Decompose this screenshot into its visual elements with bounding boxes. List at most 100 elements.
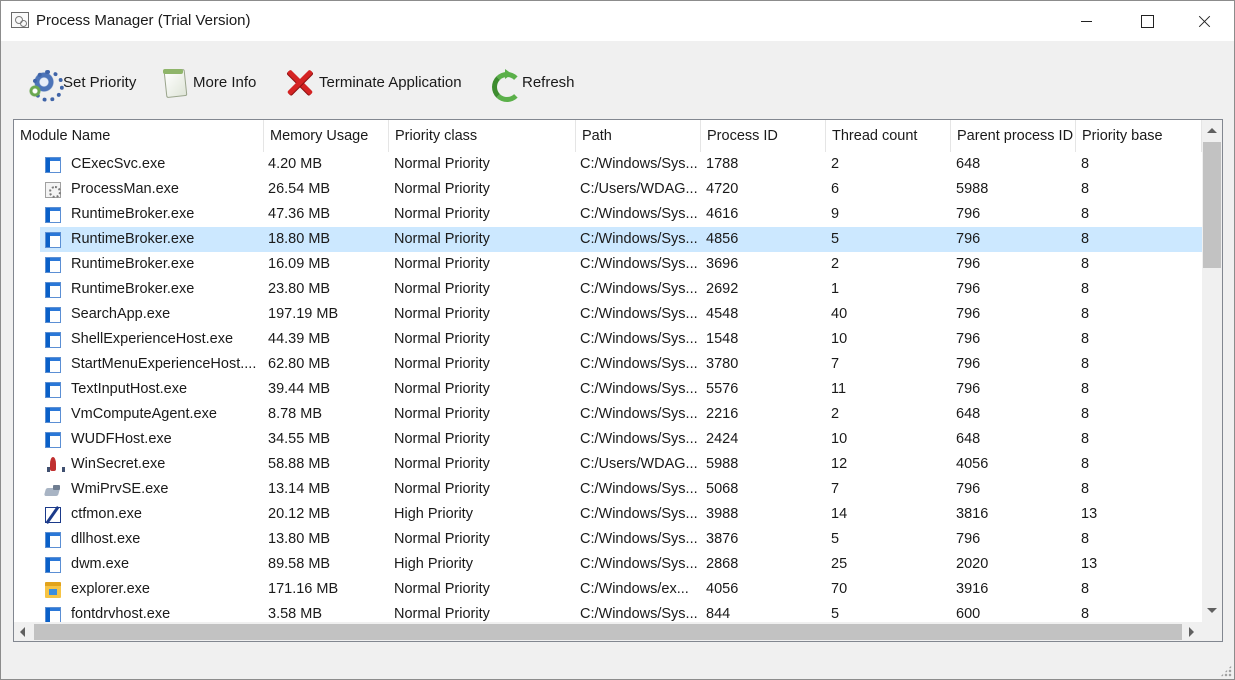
table-row[interactable]: CExecSvc.exe 4.20 MB Normal Priority C:/Win…: [14, 152, 1202, 177]
horizontal-scroll-thumb[interactable]: [34, 624, 1182, 640]
table-row[interactable]: WmiPrvSE.exe 13.14 MB Normal Priority C:/Wi…: [14, 477, 1202, 502]
table-row[interactable]: VmComputeAgent.exe 8.78 MB Normal Priority…: [14, 402, 1202, 427]
column-header-priority-class[interactable]: Priority class: [389, 120, 576, 152]
resize-grip-icon[interactable]: [1220, 665, 1232, 677]
table-row[interactable]: RuntimeBroker.exe 47.36 MB Normal Priority…: [14, 202, 1202, 227]
cell-prio: Normal Priority: [394, 581, 490, 597]
minimize-button[interactable]: [1064, 1, 1110, 41]
vertical-scroll-thumb[interactable]: [1203, 142, 1221, 268]
column-header-priority-base[interactable]: Priority base: [1076, 120, 1202, 152]
cell-ppid: 5988: [956, 181, 989, 197]
refresh-button[interactable]: Refresh: [488, 65, 575, 102]
cell-ppid: 796: [956, 206, 981, 222]
column-header-process-id[interactable]: Process ID: [701, 120, 826, 152]
process-list[interactable]: Module Name Memory Usage Priority class …: [13, 119, 1223, 642]
cell-ppid: 796: [956, 356, 981, 372]
table-row[interactable]: ShellExperienceHost.exe 44.39 MB Normal Pr…: [14, 327, 1202, 352]
cell-pid: 5576: [706, 381, 739, 397]
scroll-up-arrow-icon[interactable]: [1207, 128, 1217, 133]
cell-threads: 5: [831, 531, 840, 547]
maximize-button[interactable]: [1123, 1, 1169, 41]
cell-pid: 5068: [706, 481, 739, 497]
cell-base: 8: [1081, 181, 1090, 197]
red-x-icon: [285, 67, 315, 97]
cell-ppid: 796: [956, 481, 981, 497]
cell-name: dllhost.exe: [71, 531, 141, 547]
cell-pid: 4720: [706, 181, 739, 197]
cell-prio: Normal Priority: [394, 181, 490, 197]
cell-mem: 20.12 MB: [268, 506, 331, 522]
more-info-button[interactable]: More Info: [159, 65, 256, 99]
cell-pid: 2868: [706, 556, 739, 572]
gears-app-icon: [45, 182, 61, 198]
cell-mem: 23.80 MB: [268, 281, 331, 297]
cell-ppid: 600: [956, 606, 981, 622]
windows-app-icon: [45, 407, 61, 423]
cell-ppid: 648: [956, 156, 981, 172]
cell-pid: 1788: [706, 156, 739, 172]
cell-base: 8: [1081, 381, 1090, 397]
cell-threads: 14: [831, 506, 848, 522]
vertical-scrollbar[interactable]: [1202, 120, 1222, 622]
column-header-memory-usage[interactable]: Memory Usage: [264, 120, 389, 152]
cell-base: 8: [1081, 206, 1090, 222]
cell-prio: Normal Priority: [394, 206, 490, 222]
cell-threads: 1: [831, 281, 840, 297]
table-row[interactable]: WinSecret.exe 58.88 MB Normal Priority C:/U…: [14, 452, 1202, 477]
close-button[interactable]: [1181, 1, 1227, 41]
horizontal-scrollbar[interactable]: [14, 622, 1202, 641]
table-row[interactable]: SearchApp.exe 197.19 MB Normal Priority C:/…: [14, 302, 1202, 327]
column-header-module-name[interactable]: Module Name: [14, 120, 264, 152]
windows-app-icon: [45, 157, 61, 173]
table-row[interactable]: explorer.exe 171.16 MB Normal Priority C:/W…: [14, 577, 1202, 602]
cell-prio: Normal Priority: [394, 431, 490, 447]
terminate-application-button[interactable]: Terminate Application: [285, 65, 462, 99]
table-row[interactable]: TextInputHost.exe 39.44 MB Normal Priority…: [14, 377, 1202, 402]
terminate-application-label: Terminate Application: [319, 73, 462, 91]
cell-ppid: 796: [956, 306, 981, 322]
cell-base: 8: [1081, 431, 1090, 447]
table-row[interactable]: dwm.exe 89.58 MB High Priority C:/Windows/S…: [14, 552, 1202, 577]
table-row[interactable]: ProcessMan.exe 26.54 MB Normal Priority C:/…: [14, 177, 1202, 202]
cell-path: C:/Users/WDAG...: [580, 181, 698, 197]
cell-threads: 11: [831, 381, 847, 397]
scroll-left-arrow-icon[interactable]: [20, 627, 25, 637]
table-row[interactable]: ctfmon.exe 20.12 MB High Priority C:/Window…: [14, 502, 1202, 527]
scroll-down-arrow-icon[interactable]: [1207, 608, 1217, 613]
windows-app-icon: [45, 607, 61, 622]
process-rows: CExecSvc.exe 4.20 MB Normal Priority C:/Win…: [14, 152, 1202, 622]
table-row[interactable]: StartMenuExperienceHost.... 62.80 MB Norma…: [14, 352, 1202, 377]
cell-ppid: 796: [956, 256, 981, 272]
cell-threads: 5: [831, 606, 840, 622]
column-header-path[interactable]: Path: [576, 120, 701, 152]
scroll-right-arrow-icon[interactable]: [1189, 627, 1194, 637]
table-row[interactable]: dllhost.exe 13.80 MB Normal Priority C:/Win…: [14, 527, 1202, 552]
cell-base: 8: [1081, 456, 1090, 472]
set-priority-button[interactable]: Set Priority: [29, 65, 136, 102]
cell-name: RuntimeBroker.exe: [71, 281, 195, 297]
cell-mem: 171.16 MB: [268, 581, 339, 597]
cell-mem: 47.36 MB: [268, 206, 331, 222]
column-header-thread-count[interactable]: Thread count: [826, 120, 951, 152]
cell-name: StartMenuExperienceHost....: [71, 356, 257, 372]
cell-name: WmiPrvSE.exe: [71, 481, 169, 497]
cell-prio: Normal Priority: [394, 606, 490, 622]
table-row[interactable]: WUDFHost.exe 34.55 MB Normal Priority C:/Wi…: [14, 427, 1202, 452]
cell-path: C:/Windows/ex...: [580, 581, 689, 597]
column-header-parent-process-id[interactable]: Parent process ID: [951, 120, 1076, 152]
table-row[interactable]: fontdrvhost.exe 3.58 MB Normal Priority C:/…: [14, 602, 1202, 622]
cell-path: C:/Windows/Sys...: [580, 431, 698, 447]
cell-path: C:/Windows/Sys...: [580, 531, 698, 547]
table-row[interactable]: RuntimeBroker.exe 16.09 MB Normal Priority…: [14, 252, 1202, 277]
cell-mem: 34.55 MB: [268, 431, 331, 447]
wmi-icon: [45, 482, 61, 498]
table-row[interactable]: RuntimeBroker.exe 23.80 MB Normal Priority…: [14, 277, 1202, 302]
cell-ppid: 648: [956, 406, 981, 422]
cell-threads: 5: [831, 231, 840, 247]
cell-threads: 7: [831, 481, 840, 497]
cell-name: explorer.exe: [71, 581, 150, 597]
cell-base: 8: [1081, 306, 1090, 322]
table-row[interactable]: RuntimeBroker.exe 18.80 MB Normal Priority…: [14, 227, 1202, 252]
cell-path: C:/Windows/Sys...: [580, 256, 698, 272]
rocket-icon: [45, 457, 65, 473]
